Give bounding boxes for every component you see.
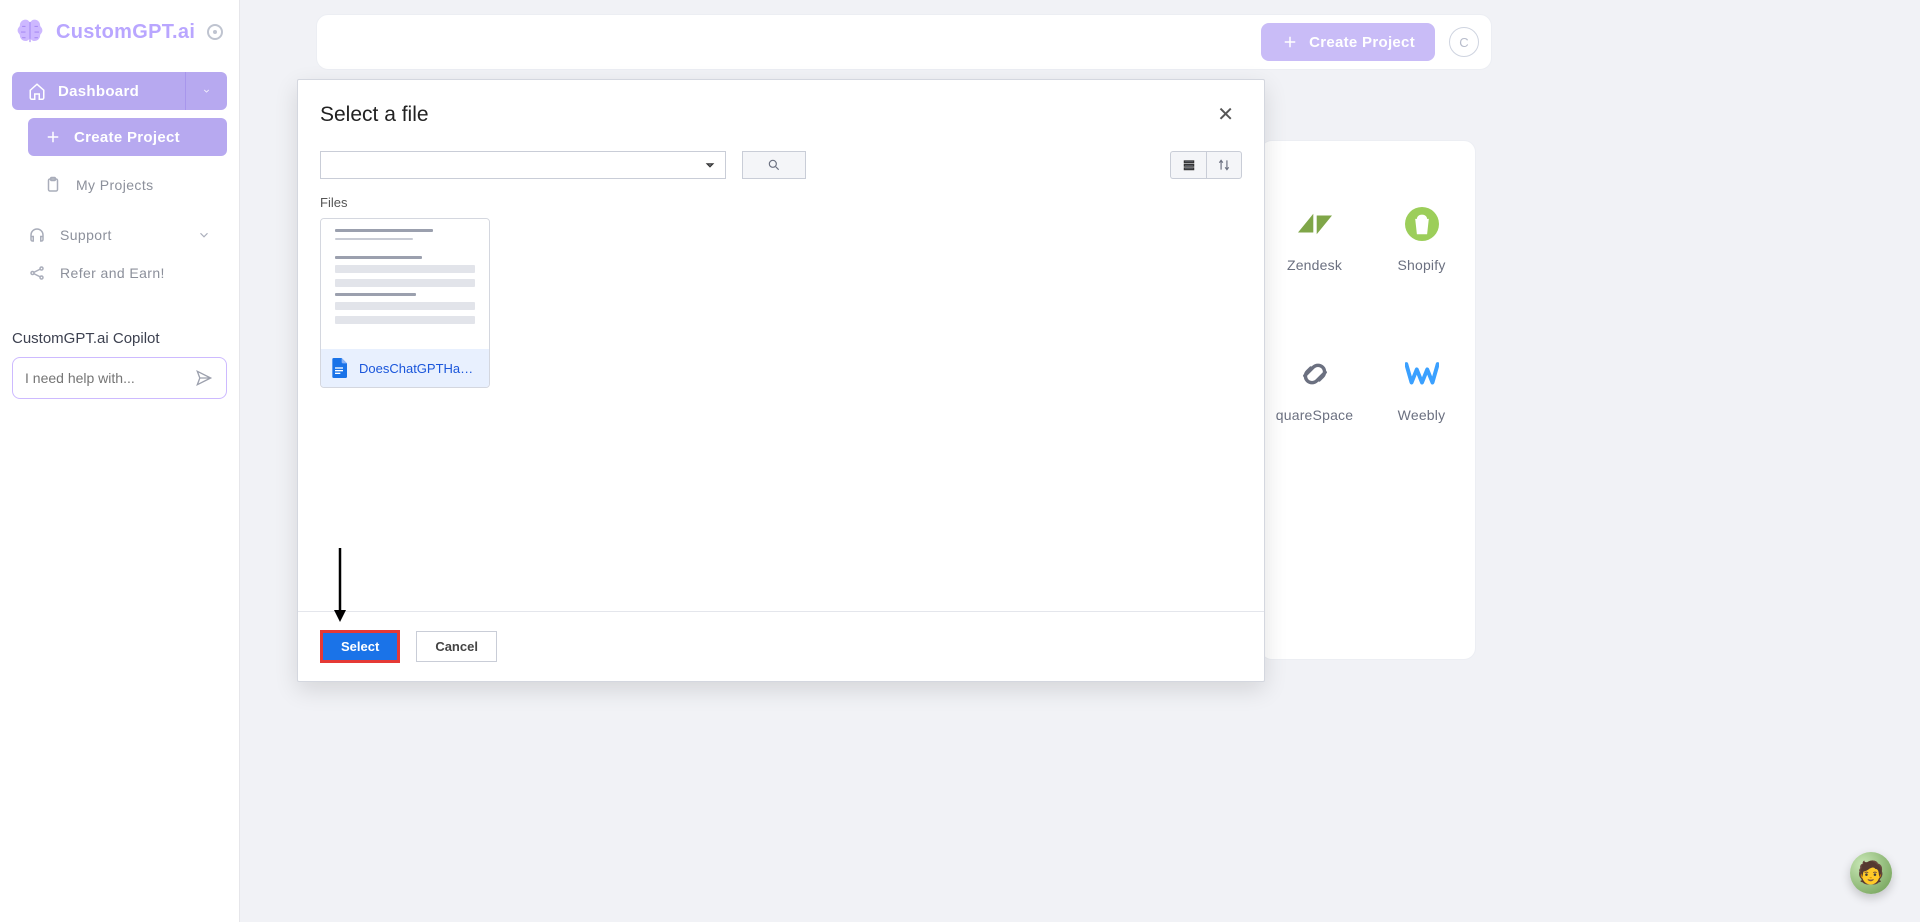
integration-zendesk[interactable]: Zendesk (1270, 207, 1360, 273)
my-projects-label: My Projects (76, 177, 154, 193)
google-doc-icon (331, 358, 347, 378)
support-label: Support (60, 227, 112, 243)
file-preview (321, 219, 489, 349)
dashboard-dropdown[interactable] (185, 72, 227, 110)
zendesk-label: Zendesk (1287, 257, 1342, 273)
copilot-input-wrapper[interactable] (12, 357, 227, 399)
chevron-down-icon (197, 228, 211, 242)
squarespace-label: quareSpace (1276, 407, 1354, 423)
caret-down-icon (703, 158, 717, 172)
logo-row: CustomGPT.ai (12, 14, 227, 54)
chevron-down-icon (202, 84, 211, 98)
modal-footer: Select Cancel (298, 611, 1264, 681)
sidebar-item-my-projects[interactable]: My Projects (28, 166, 227, 204)
create-project-label: Create Project (74, 129, 180, 146)
sidebar: CustomGPT.ai Dashboard Create Project My… (0, 0, 240, 922)
dashboard-button[interactable]: Dashboard (12, 72, 185, 110)
select-button[interactable]: Select (320, 630, 400, 663)
integration-squarespace[interactable]: quareSpace (1270, 357, 1360, 423)
modal-close-button[interactable]: ✕ (1209, 98, 1242, 131)
files-section-label: Files (298, 179, 1264, 218)
status-ring-icon[interactable] (207, 24, 223, 40)
headphones-icon (28, 226, 46, 244)
cancel-button[interactable]: Cancel (416, 631, 497, 662)
plus-icon (1281, 33, 1299, 51)
folder-dropdown[interactable] (320, 151, 726, 179)
weebly-label: Weebly (1398, 407, 1446, 423)
sidebar-create-project-button[interactable]: Create Project (28, 118, 227, 156)
integration-shopify[interactable]: Shopify (1377, 207, 1467, 273)
avatar-face-icon: 🧑 (1857, 860, 1884, 886)
send-icon[interactable] (194, 368, 214, 388)
modal-toolbar (298, 139, 1264, 179)
file-label-row: DoesChatGPTHav… (321, 349, 489, 387)
files-area: DoesChatGPTHav… (298, 218, 1264, 611)
sidebar-item-support[interactable]: Support (12, 216, 227, 254)
sort-az-icon (1217, 158, 1231, 172)
dashboard-label: Dashboard (58, 83, 139, 100)
zendesk-icon (1298, 207, 1332, 241)
chat-bubble-avatar[interactable]: 🧑 (1850, 852, 1892, 894)
brand-logo[interactable]: CustomGPT.ai (12, 14, 195, 50)
home-icon (28, 82, 46, 100)
share-icon (28, 264, 46, 282)
clipboard-icon (44, 176, 62, 194)
grid-view-toggle[interactable] (1170, 151, 1206, 179)
integration-weebly[interactable]: Weebly (1377, 357, 1467, 423)
topbar: Create Project C (316, 14, 1492, 70)
topbar-create-label: Create Project (1309, 34, 1415, 51)
file-name: DoesChatGPTHav… (359, 361, 479, 376)
sidebar-item-refer[interactable]: Refer and Earn! (12, 254, 227, 292)
brain-icon (12, 14, 48, 50)
shopify-icon (1405, 207, 1439, 241)
topbar-create-project-button[interactable]: Create Project (1261, 23, 1435, 61)
avatar-initial: C (1459, 35, 1468, 50)
modal-header: Select a file ✕ (298, 80, 1264, 139)
brand-name: CustomGPT.ai (56, 21, 195, 44)
modal-title: Select a file (320, 103, 429, 127)
search-button[interactable] (742, 151, 806, 179)
weebly-icon (1405, 357, 1439, 391)
copilot-input[interactable] (25, 370, 175, 386)
copilot-title: CustomGPT.ai Copilot (12, 330, 227, 347)
dashboard-button-group: Dashboard (12, 72, 227, 110)
plus-icon (44, 128, 62, 146)
integrations-panel: Zendesk Shopify quareSpace Weebly (1260, 140, 1476, 660)
squarespace-icon (1298, 357, 1332, 391)
file-card[interactable]: DoesChatGPTHav… (320, 218, 490, 388)
file-picker-modal: Select a file ✕ Files (297, 79, 1265, 682)
user-avatar[interactable]: C (1449, 27, 1479, 57)
shopify-label: Shopify (1397, 257, 1445, 273)
search-icon (767, 158, 781, 172)
grid-icon (1182, 158, 1196, 172)
sort-toggle[interactable] (1206, 151, 1242, 179)
refer-label: Refer and Earn! (60, 265, 165, 281)
